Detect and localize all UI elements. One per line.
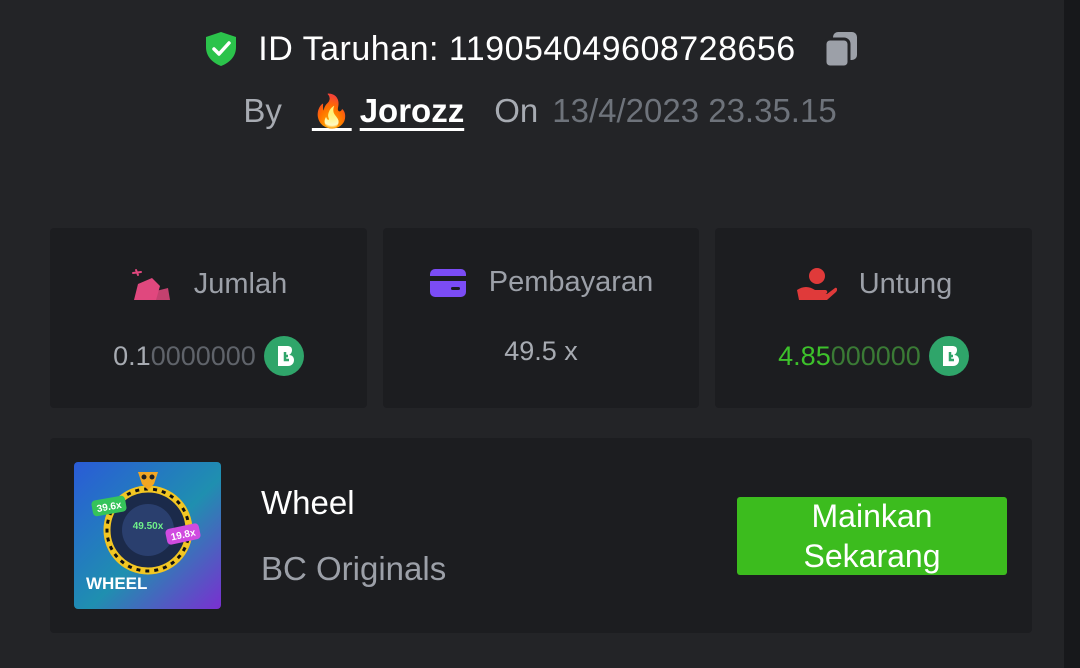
author-row: By 🔥 Jorozz On 13/4/2023 23.35.15 — [0, 92, 1080, 130]
on-label: On — [494, 92, 539, 129]
profit-hand-icon — [796, 268, 837, 300]
profit-rest: 000000 — [830, 340, 921, 371]
card-icon — [429, 268, 466, 297]
money-bag-icon — [131, 269, 170, 300]
stat-header: Jumlah — [50, 266, 367, 302]
play-now-button[interactable]: Mainkan Sekarang — [737, 497, 1007, 575]
amount-main: 0.1 — [113, 340, 151, 371]
game-provider: BC Originals — [261, 550, 447, 587]
wheel-game-art: 39.6x 49.50x 19.8x WHEEL — [74, 462, 221, 609]
stat-label: Jumlah — [193, 267, 288, 300]
thumb-multiplier-b: 49.50x — [133, 521, 164, 532]
game-title[interactable]: Wheel — [261, 484, 355, 522]
bet-date: 13/4/2023 23.35.15 — [552, 92, 837, 129]
game-thumbnail[interactable]: 39.6x 49.50x 19.8x WHEEL — [74, 462, 221, 609]
stat-header: Pembayaran — [383, 266, 699, 299]
fire-icon: 🔥 — [311, 93, 352, 129]
play-label-line1: Mainkan — [811, 498, 933, 534]
bet-id-text: ID Taruhan: 119054049608728656 — [258, 29, 796, 68]
stat-value: 49.5 x — [383, 336, 699, 367]
stat-label: Pembayaran — [488, 266, 654, 298]
stat-card-untung: Untung 4.85000000 — [715, 228, 1032, 408]
stat-header: Untung — [715, 266, 1032, 302]
thumb-logo-text: WHEEL — [86, 574, 147, 593]
bc-coin-icon — [263, 336, 304, 376]
bet-id-row: ID Taruhan: 119054049608728656 — [0, 28, 1064, 70]
copy-icon[interactable] — [820, 28, 862, 70]
play-label-line2: Sekarang — [803, 538, 941, 574]
username: Jorozz — [359, 92, 465, 129]
by-label: By — [243, 92, 282, 129]
bc-coin-icon — [928, 336, 969, 376]
stat-card-jumlah: Jumlah 0.10000000 — [50, 228, 367, 408]
verified-shield-icon — [206, 32, 237, 66]
profit-main: 4.85 — [778, 340, 831, 371]
game-card: 39.6x 49.50x 19.8x WHEEL Wheel BC Origin… — [50, 438, 1032, 633]
stat-card-pembayaran: Pembayaran 49.5 x — [383, 228, 699, 408]
payout-multiplier: 49.5 x — [504, 336, 578, 366]
stat-label: Untung — [858, 267, 953, 300]
user-link[interactable]: 🔥 Jorozz — [312, 92, 464, 130]
stat-value: 0.10000000 — [50, 336, 367, 376]
amount-rest: 0000000 — [150, 340, 256, 371]
stat-value: 4.85000000 — [715, 336, 1032, 376]
